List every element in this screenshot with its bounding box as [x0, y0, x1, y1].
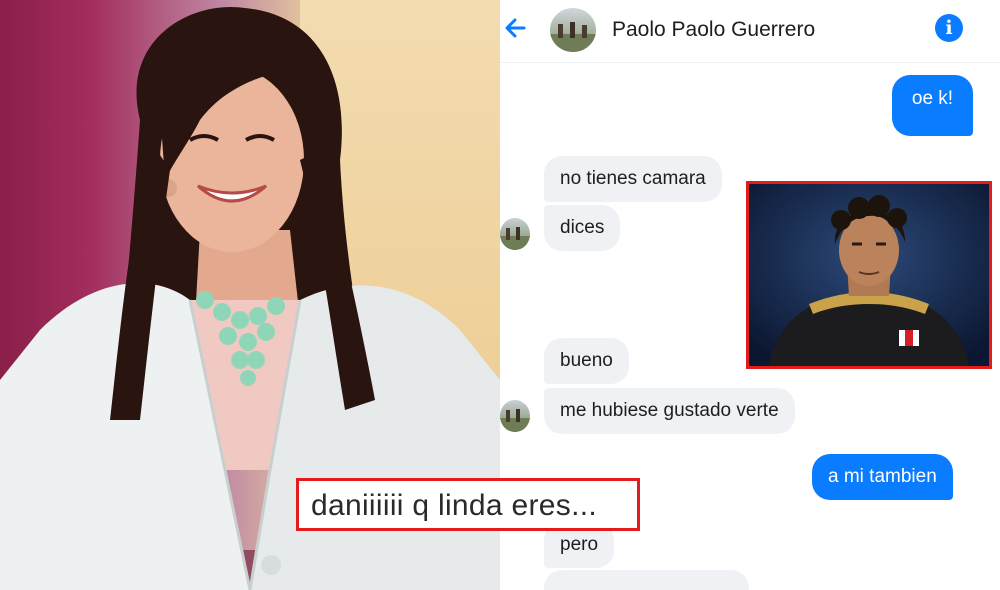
message-bubble-received: dices: [544, 205, 621, 251]
contact-name[interactable]: Paolo Paolo Guerrero: [612, 18, 815, 42]
player-photo: [746, 181, 992, 369]
message-bubble-received: no tienes camara: [544, 156, 722, 202]
contact-avatar-small: [500, 218, 530, 250]
info-icon[interactable]: i: [935, 14, 963, 42]
arrow-left-icon[interactable]: [502, 14, 530, 42]
message-bubble-sent: a mi tambien: [812, 454, 953, 500]
contact-avatar[interactable]: [550, 8, 596, 52]
contact-avatar-small: [500, 400, 530, 432]
message-bubble-received: me hubiese gustado verte: [544, 388, 795, 434]
chat-header: Paolo Paolo Guerrero i: [500, 0, 1000, 63]
highlighted-caption: daniiiiii q linda eres...: [296, 478, 640, 531]
message-bubble-sent: oe k!: [892, 75, 973, 136]
caption-text: daniiiiii q linda eres...: [311, 489, 597, 522]
message-bubble-received: bueno: [544, 338, 629, 384]
message-bubble-received-partial: [544, 570, 749, 590]
